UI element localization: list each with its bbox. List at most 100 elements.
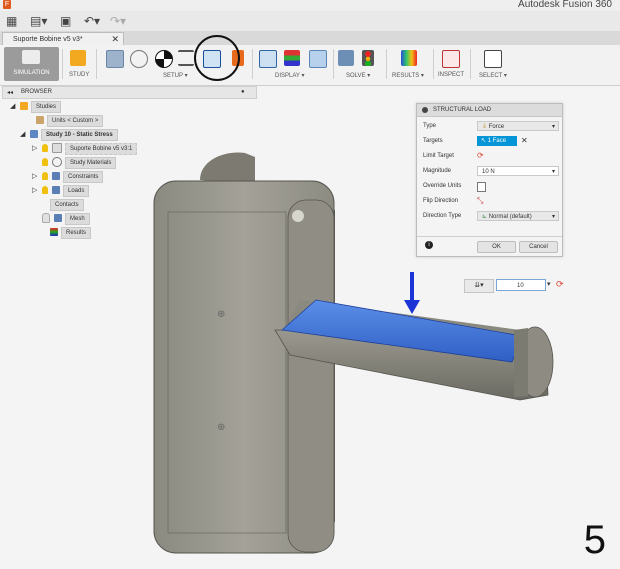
browser-header[interactable]: ◂◂ BROWSER ● <box>2 86 257 99</box>
type-value: Force <box>488 124 505 130</box>
magnitude-input[interactable]: 10 N ▾ <box>477 166 559 176</box>
toolbar-divider <box>386 49 387 79</box>
save-icon[interactable]: ▣ <box>60 14 71 28</box>
browser-pin-icon[interactable]: ● <box>241 89 245 95</box>
cursor-icon: ↖ <box>481 138 488 144</box>
toolbar-divider <box>96 49 97 79</box>
undo-icon[interactable]: ↶▾ <box>84 14 100 28</box>
expand-triangle-icon[interactable]: ▷ <box>32 172 42 182</box>
results-legend-icon[interactable] <box>284 50 300 66</box>
select-icon[interactable] <box>484 50 502 68</box>
limit-target-icon[interactable]: ⟳ <box>477 150 484 162</box>
group-results-label[interactable]: RESULTS ▾ <box>392 72 424 79</box>
tree-label: Study Materials <box>65 157 117 169</box>
group-solve-label[interactable]: SOLVE ▾ <box>346 72 370 79</box>
limit-target-icon[interactable]: ⟳ <box>556 279 564 290</box>
tree-component[interactable]: ▷ Suporte Bobine v5 v3:1 <box>32 143 138 155</box>
load-manipulator: ⇊▾ 10 ▾ ⟳ <box>464 279 572 293</box>
inspect-icon[interactable] <box>442 50 460 68</box>
magnitude-row: Magnitude 10 N ▾ <box>423 165 559 177</box>
study-icon <box>30 130 38 139</box>
visibility-bulb-icon[interactable] <box>42 213 50 224</box>
component-icon <box>52 143 62 154</box>
visibility-bulb-icon[interactable] <box>42 158 48 167</box>
flip-direction-icon[interactable]: ⤡ <box>477 195 483 207</box>
display-options-icon[interactable] <box>309 50 327 68</box>
results-icon[interactable] <box>401 50 417 66</box>
tree-study-10[interactable]: ◢ Study 10 - Static Stress <box>20 129 118 141</box>
group-select-label[interactable]: SELECT ▾ <box>479 72 507 79</box>
group-inspect-label[interactable]: INSPECT <box>438 72 464 78</box>
workspace-switcher[interactable]: SIMULATION <box>4 47 59 81</box>
study-settings-icon[interactable] <box>106 50 124 68</box>
dialog-header[interactable]: STRUCTURAL LOAD <box>417 104 562 117</box>
file-menu-icon[interactable]: ▤▾ <box>30 14 47 28</box>
toolbar-divider <box>62 49 63 79</box>
quick-access-toolbar: ▦ ▤▾ ▣ ↶▾ ↷▾ <box>0 11 620 32</box>
chevron-down-icon[interactable]: ▾ <box>547 280 551 288</box>
visibility-bulb-icon[interactable] <box>42 172 48 181</box>
new-study-icon[interactable] <box>70 50 86 66</box>
expand-triangle-icon[interactable]: ▷ <box>32 186 42 196</box>
clear-selection-icon[interactable]: ✕ <box>521 135 528 147</box>
toolbar-divider <box>333 49 334 79</box>
magnitude-value: 10 N <box>482 169 495 175</box>
app-title: Autodesk Fusion 360 <box>518 0 612 10</box>
direction-picker[interactable]: ⇊▾ <box>464 279 494 293</box>
chevron-down-icon: ▾ <box>551 169 555 175</box>
limit-target-row: Limit Target ⟳ <box>423 150 559 162</box>
direction-type-select[interactable]: ⊾ Normal (default) ▾ <box>477 211 559 221</box>
solve-icon[interactable] <box>362 50 374 66</box>
collapse-triangle-icon[interactable]: ◢ <box>10 102 20 112</box>
tree-label: Studies <box>31 101 62 113</box>
hole-marker-icon: ⊕ <box>217 422 225 433</box>
tree-label: Results <box>61 227 92 239</box>
type-select[interactable]: ⇓ Force ▾ <box>477 121 559 131</box>
tree-contacts[interactable]: Contacts <box>50 199 84 211</box>
tree-study-materials[interactable]: Study Materials <box>42 157 117 169</box>
tree-constraints[interactable]: ▷ Constraints <box>32 171 104 183</box>
title-bar: F Autodesk Fusion 360 <box>0 0 620 11</box>
tree-units[interactable]: Units < Custom > <box>36 115 104 127</box>
tree-mesh[interactable]: Mesh <box>42 213 90 225</box>
results-tree-icon <box>50 228 58 237</box>
type-label: Type <box>423 123 437 129</box>
plate-top-face <box>200 152 255 185</box>
dialog-title: STRUCTURAL LOAD <box>433 107 492 113</box>
tree-label: Study 10 - Static Stress <box>41 129 118 141</box>
redo-icon[interactable]: ↷▾ <box>110 14 126 28</box>
cancel-button[interactable]: Cancel <box>519 241 558 253</box>
force-icon: ⇓ <box>482 124 489 130</box>
visibility-bulb-icon[interactable] <box>42 186 48 195</box>
type-row: Type ⇓ Force ▾ <box>423 120 559 132</box>
highlight-circle <box>194 35 240 81</box>
data-panel-icon[interactable]: ▦ <box>6 14 17 28</box>
info-icon[interactable]: i <box>425 241 433 249</box>
hole-marker-icon: ⊕ <box>217 309 225 320</box>
targets-selection-button[interactable]: ↖ 1 Face <box>477 136 517 146</box>
tree-loads[interactable]: ▷ Loads <box>32 185 90 197</box>
manipulator-value-input[interactable]: 10 <box>496 279 546 291</box>
study-materials-icon[interactable] <box>130 50 148 68</box>
expand-triangle-icon[interactable]: ▷ <box>32 144 42 154</box>
constraints-icon[interactable] <box>155 50 173 68</box>
toolbar-divider <box>433 49 434 79</box>
tree-studies[interactable]: ◢ Studies <box>10 101 62 113</box>
pre-check-icon[interactable] <box>338 50 354 66</box>
magnitude-label: Magnitude <box>423 168 452 174</box>
tree-results[interactable]: Results <box>50 227 92 239</box>
visibility-bulb-icon[interactable] <box>42 144 48 153</box>
collapse-triangle-icon[interactable]: ◢ <box>20 130 30 140</box>
group-study-label[interactable]: STUDY <box>69 72 89 78</box>
constraints-tree-icon <box>52 172 60 181</box>
direction-type-label: Direction Type <box>423 213 462 219</box>
ok-button[interactable]: OK <box>477 241 516 253</box>
collapse-browser-icon[interactable]: ◂◂ <box>7 89 13 96</box>
group-setup-label[interactable]: SETUP ▾ <box>163 72 188 79</box>
group-display-label[interactable]: DISPLAY ▾ <box>275 72 304 79</box>
contacts-icon[interactable] <box>178 50 194 66</box>
override-units-checkbox-icon[interactable] <box>477 182 486 192</box>
display-settings-icon[interactable] <box>259 50 277 68</box>
tab-document[interactable]: Suporte Bobine v5 v3* ✕ <box>2 32 124 46</box>
dialog-menu-icon[interactable] <box>422 107 428 113</box>
